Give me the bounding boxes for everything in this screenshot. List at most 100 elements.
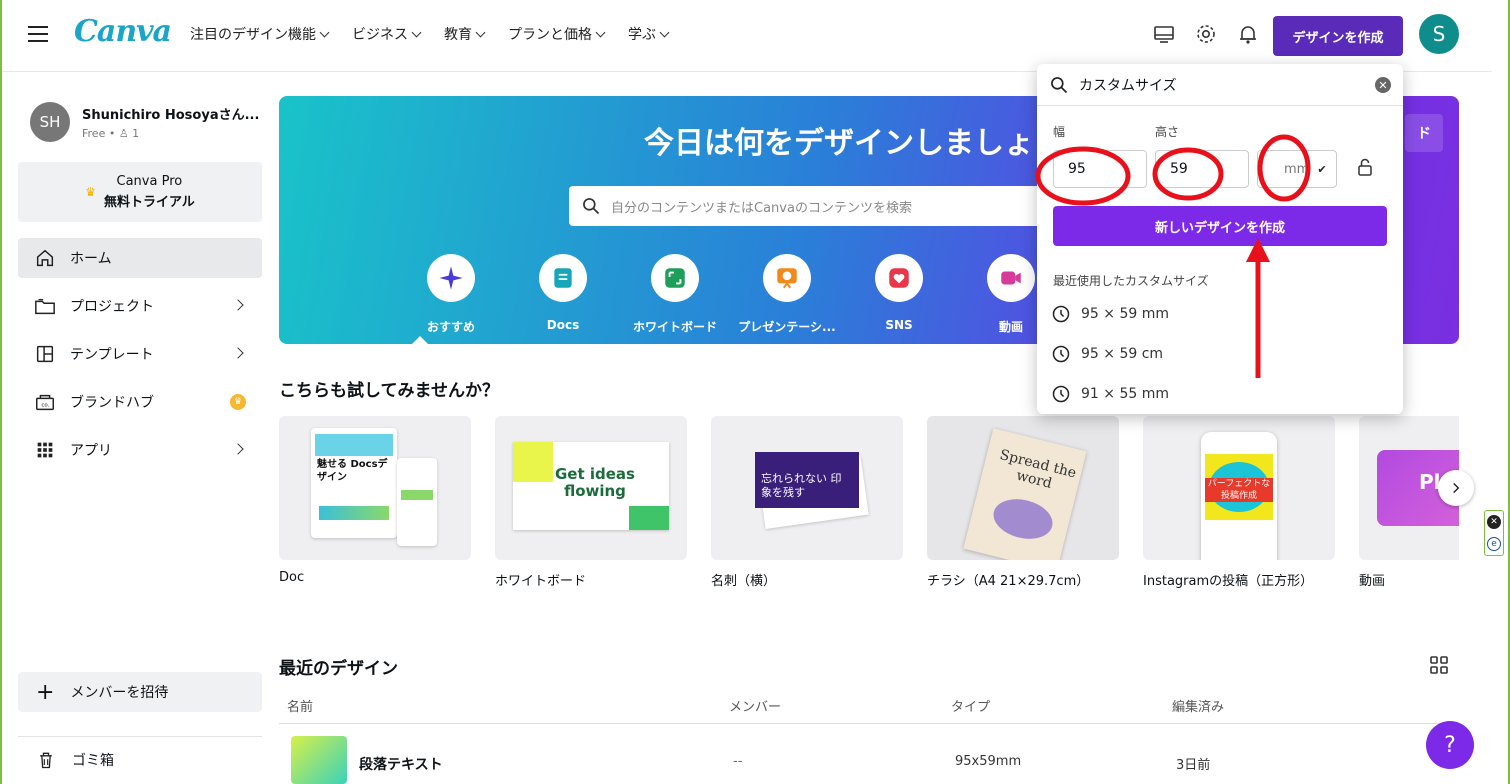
column-header-edited[interactable]: 編集済み bbox=[1172, 696, 1224, 715]
card-doc[interactable]: 魅せる Docsデザイン Doc bbox=[279, 416, 471, 585]
card-label: ホワイトボード bbox=[495, 574, 587, 589]
sidebar-menu: ホーム プロジェクト テンプレート co. ブランドハブ ♛ アプリ bbox=[18, 238, 262, 478]
table-row[interactable]: 段落テキスト -- 95x59mm 3日前 bbox=[279, 736, 1459, 784]
unit-select[interactable]: mm ✔ bbox=[1257, 150, 1337, 188]
trash-button[interactable]: ゴミ箱 bbox=[18, 736, 262, 776]
recent-size-label: 95 × 59 mm bbox=[1081, 306, 1169, 322]
sidebar-item-brand-hub[interactable]: co. ブランドハブ ♛ bbox=[18, 382, 262, 422]
folder-icon bbox=[35, 298, 55, 315]
recent-size-item[interactable]: 91 × 55 mm bbox=[1051, 384, 1169, 404]
design-name: 段落テキスト bbox=[359, 757, 443, 773]
column-header-members[interactable]: メンバー bbox=[729, 696, 781, 715]
extension-widget: ✕ e bbox=[1484, 510, 1504, 556]
pro-subtitle: 無料トライアル bbox=[103, 195, 195, 210]
invite-members-button[interactable]: + メンバーを招待 bbox=[18, 672, 262, 712]
top-icons bbox=[1152, 22, 1260, 46]
category-recommended[interactable]: おすすめ bbox=[395, 254, 507, 335]
width-label: 幅 bbox=[1053, 125, 1066, 139]
height-label: 高さ bbox=[1155, 125, 1180, 139]
app-frame: Canva 注目のデザイン機能 ビジネス 教育 プランと価格 学ぶ デザインを作… bbox=[0, 0, 1510, 784]
card-label: Instagramの投稿（正方形） bbox=[1143, 574, 1314, 589]
sidebar-item-label: プロジェクト bbox=[70, 299, 154, 315]
svg-text:co.: co. bbox=[41, 403, 49, 409]
nav-label: ビジネス bbox=[352, 27, 408, 43]
card-whiteboard[interactable]: Get ideas flowing ホワイトボード bbox=[495, 416, 687, 589]
create-new-design-button[interactable]: 新しいデザインを作成 bbox=[1053, 206, 1387, 246]
recent-size-item[interactable]: 95 × 59 mm bbox=[1051, 304, 1169, 324]
category-docs[interactable]: Docs bbox=[507, 254, 619, 335]
category-whiteboard[interactable]: ホワイトボード bbox=[619, 254, 731, 335]
sidebar-item-label: テンプレート bbox=[70, 347, 154, 363]
nav-business[interactable]: ビジネス bbox=[352, 24, 422, 44]
sidebar-item-home[interactable]: ホーム bbox=[18, 238, 262, 278]
popover-search-input[interactable]: カスタムサイズ ✕ bbox=[1037, 64, 1403, 106]
chevron-right-icon bbox=[232, 347, 244, 359]
category-presentation[interactable]: プレゼンテーシ... bbox=[731, 254, 843, 335]
account-switcher[interactable]: SH Shunichiro Hosoyaさん... Free • ♙ 1 bbox=[30, 102, 259, 142]
category-sns[interactable]: SNS bbox=[843, 254, 955, 335]
carousel-next-button[interactable] bbox=[1438, 470, 1474, 506]
design-edited: 3日前 bbox=[1176, 758, 1211, 773]
sidebar-item-projects[interactable]: プロジェクト bbox=[18, 286, 262, 326]
brand-icon: co. bbox=[36, 394, 54, 411]
card-instagram-post[interactable]: パーフェクトな 投稿作成 Instagramの投稿（正方形） bbox=[1143, 416, 1335, 589]
lock-icon[interactable] bbox=[1357, 158, 1373, 176]
card-business-card[interactable]: 忘れられない 印象を残す 名刺（横） bbox=[711, 416, 903, 589]
nav-pricing[interactable]: プランと価格 bbox=[508, 24, 606, 44]
card-label: チラシ（A4 21×29.7cm） bbox=[927, 574, 1090, 589]
card-flyer[interactable]: Spread the word チラシ（A4 21×29.7cm） bbox=[927, 416, 1119, 589]
whiteboard-icon bbox=[665, 268, 685, 288]
suggestion-cards: 魅せる Docsデザイン Doc Get ideas flowing ホワイトボ… bbox=[279, 416, 1459, 596]
chevron-down-icon bbox=[319, 27, 330, 37]
column-header-name[interactable]: 名前 bbox=[287, 696, 313, 715]
video-icon bbox=[1001, 271, 1021, 285]
clock-icon bbox=[1052, 385, 1070, 403]
recent-sizes-title: 最近使用したカスタムサイズ bbox=[1053, 274, 1209, 288]
category-label: おすすめ bbox=[426, 320, 475, 334]
hero-search-input[interactable]: 自分のコンテンツまたはCanvaのコンテンツを検索 bbox=[569, 186, 1049, 226]
trash-label: ゴミ箱 bbox=[72, 752, 114, 769]
extension-e-icon[interactable]: e bbox=[1487, 537, 1501, 551]
nav-learn[interactable]: 学ぶ bbox=[628, 24, 670, 44]
avatar[interactable]: S bbox=[1419, 14, 1459, 54]
help-button[interactable]: ? bbox=[1426, 721, 1474, 769]
card-video[interactable]: Pl 動画 bbox=[1359, 416, 1459, 589]
home-icon bbox=[36, 249, 54, 267]
category-label: Docs bbox=[546, 318, 580, 332]
chevron-down-icon bbox=[595, 27, 606, 37]
width-input[interactable]: 95 bbox=[1053, 150, 1147, 188]
canva-logo[interactable]: Canva bbox=[74, 14, 172, 49]
close-icon[interactable]: ✕ bbox=[1487, 515, 1501, 529]
recent-size-label: 91 × 55 mm bbox=[1081, 386, 1169, 402]
user-name: Shunichiro Hosoyaさん... bbox=[82, 108, 260, 123]
sidebar-item-templates[interactable]: テンプレート bbox=[18, 334, 262, 374]
create-design-button[interactable]: デザインを作成 bbox=[1273, 16, 1403, 56]
upload-button[interactable]: ド bbox=[1405, 114, 1443, 152]
thumb-text: Get ideas flowing bbox=[555, 465, 635, 500]
thumb-text: パーフェクトな 投稿作成 bbox=[1205, 478, 1273, 502]
main-nav: 注目のデザイン機能 ビジネス 教育 プランと価格 学ぶ bbox=[190, 24, 670, 44]
nav-education[interactable]: 教育 bbox=[444, 24, 486, 44]
grid-view-icon[interactable] bbox=[1430, 656, 1448, 674]
card-label: 名刺（横） bbox=[711, 574, 777, 589]
gear-icon[interactable] bbox=[1194, 22, 1218, 46]
custom-size-popover: カスタムサイズ ✕ 幅 高さ 95 59 mm ✔ 新しいデザインを作成 最近使… bbox=[1037, 64, 1403, 414]
column-header-type[interactable]: タイプ bbox=[951, 696, 990, 715]
clear-icon[interactable]: ✕ bbox=[1375, 77, 1391, 93]
category-shortcuts: おすすめ Docs ホワイトボード プレゼンテーシ... SNS 動画 bbox=[395, 254, 1067, 335]
nav-featured[interactable]: 注目のデザイン機能 bbox=[190, 24, 330, 44]
card-thumbnail: 魅せる Docsデザイン bbox=[279, 416, 471, 560]
card-thumbnail: Get ideas flowing bbox=[495, 416, 687, 560]
card-thumbnail: 忘れられない 印象を残す bbox=[711, 416, 903, 560]
sidebar-item-label: ホーム bbox=[70, 251, 112, 267]
desktop-icon[interactable] bbox=[1152, 22, 1176, 46]
bell-icon[interactable] bbox=[1236, 22, 1260, 46]
menu-icon[interactable] bbox=[28, 26, 48, 44]
nav-label: 教育 bbox=[444, 27, 472, 43]
recent-size-item[interactable]: 95 × 59 cm bbox=[1051, 344, 1163, 364]
canva-pro-trial[interactable]: ♛ Canva Pro 無料トライアル bbox=[18, 162, 262, 222]
top-bar: Canva 注目のデザイン機能 ビジネス 教育 プランと価格 学ぶ デザインを作… bbox=[2, 0, 1492, 72]
card-label: Doc bbox=[279, 570, 305, 585]
sidebar-item-apps[interactable]: アプリ bbox=[18, 430, 262, 470]
height-input[interactable]: 59 bbox=[1155, 150, 1249, 188]
